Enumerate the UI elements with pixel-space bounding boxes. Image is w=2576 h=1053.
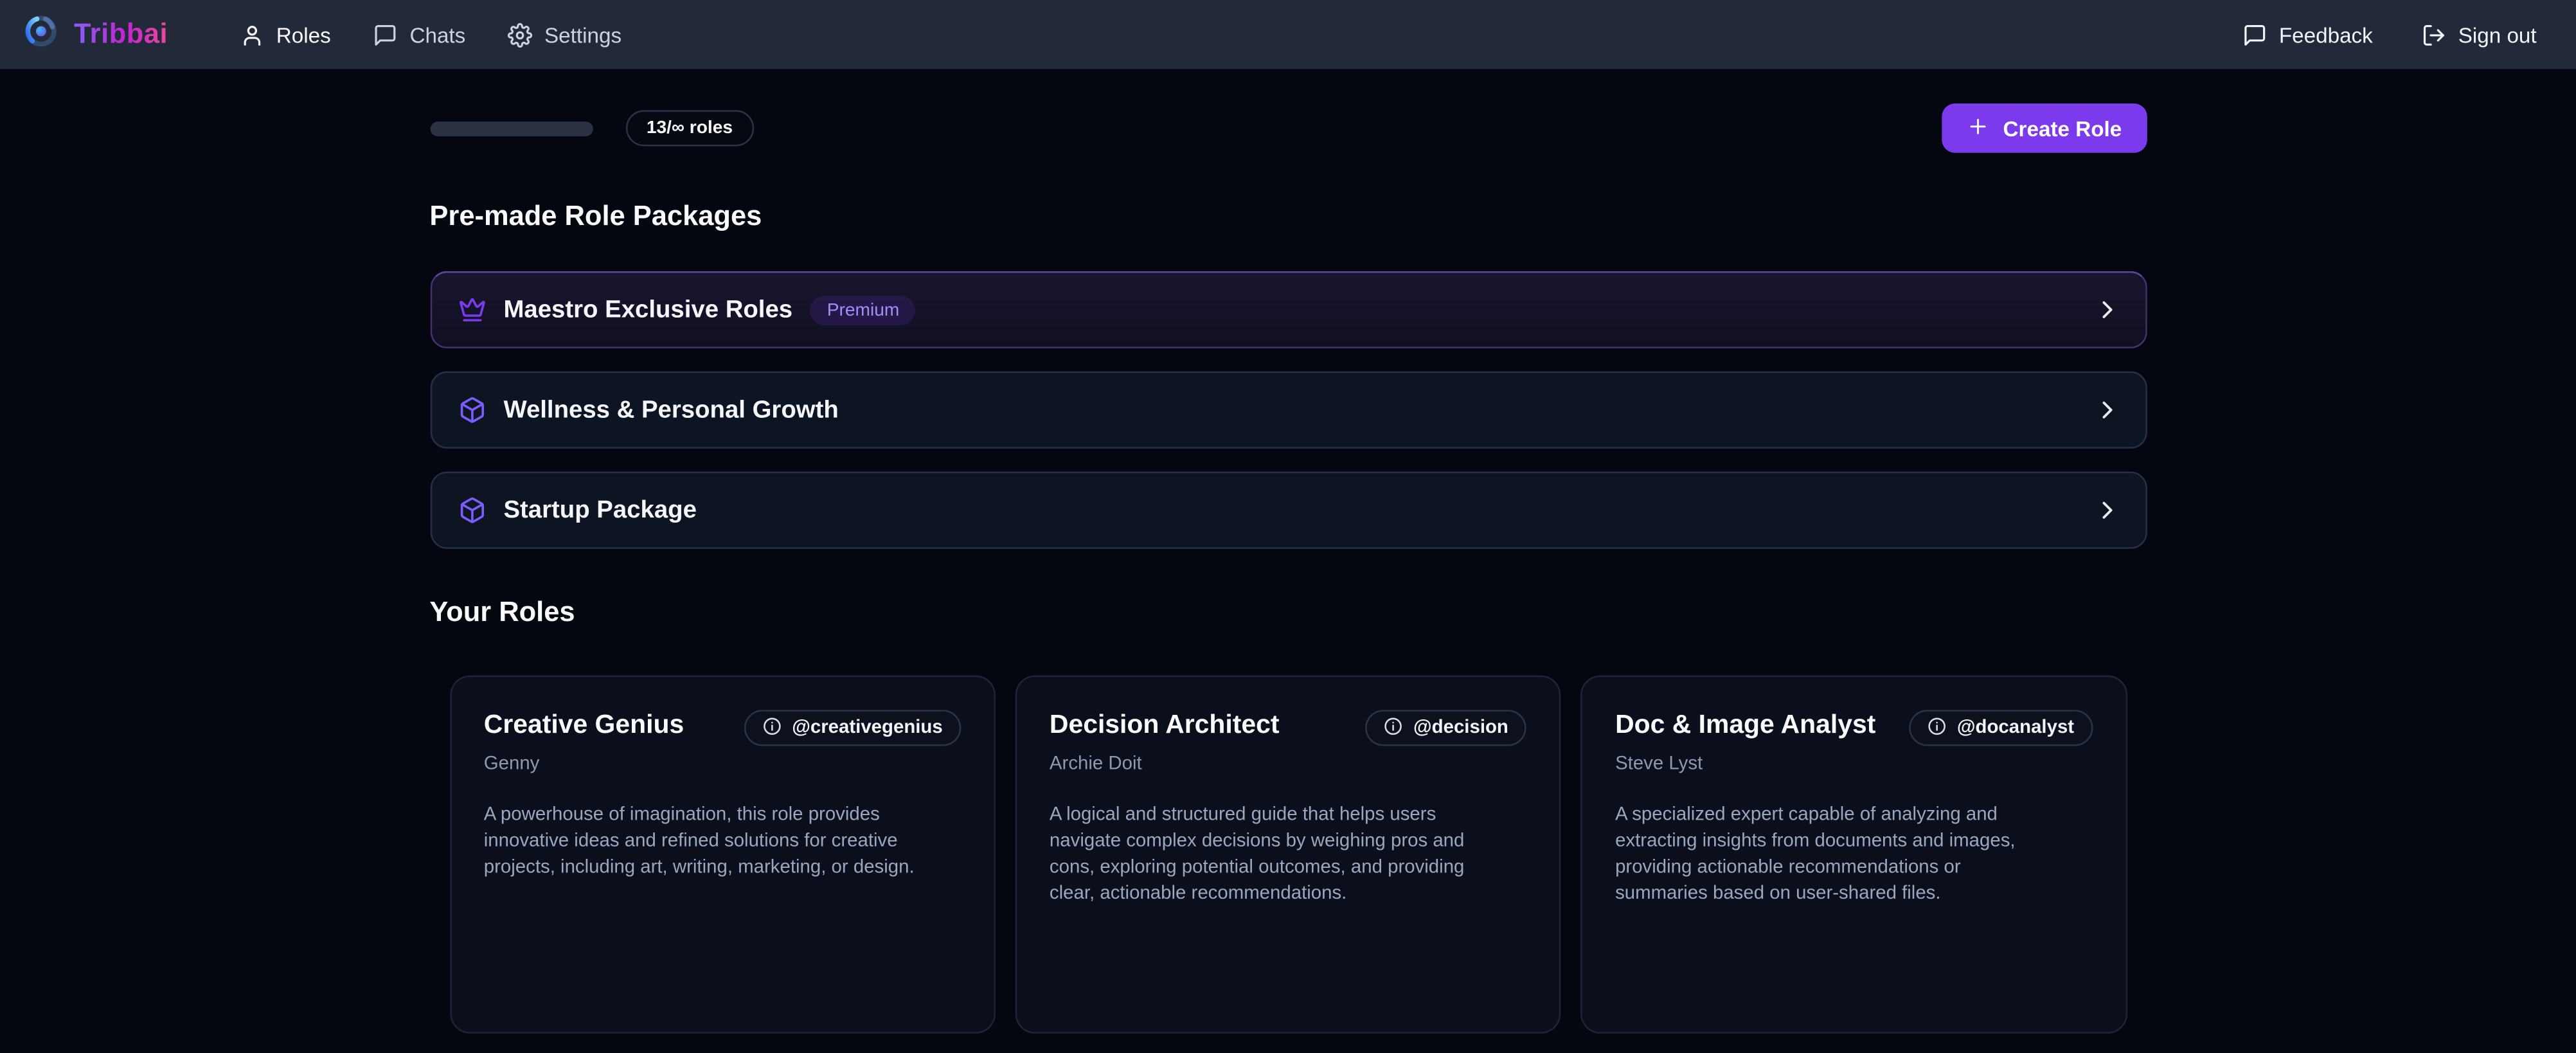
card-header: Doc & Image Analyst @docanalyst [1615, 710, 2092, 746]
card-header: Creative Genius @creativegenius [484, 710, 961, 746]
roles-usage-progressbar [429, 121, 592, 136]
package-row-startup[interactable]: Startup Package [429, 472, 2146, 549]
create-role-button[interactable]: Create Role [1942, 104, 2147, 153]
info-icon [1384, 716, 1404, 740]
info-icon [1928, 716, 1947, 740]
role-subtitle: Archie Doit [1050, 754, 1526, 774]
nav-label: Roles [276, 22, 331, 47]
crown-icon [458, 296, 485, 323]
usage-toolbar: 13/∞ roles Create Role [429, 104, 2146, 153]
chevron-right-icon [2094, 398, 2118, 422]
roles-count-label: 13/∞ roles [647, 118, 733, 138]
page: Tribbai Roles Chats [0, 0, 2576, 1053]
chat-bubble-icon [373, 22, 398, 47]
user-icon [240, 22, 265, 47]
role-handle: @docanalyst [1957, 718, 2074, 738]
role-description: A logical and structured guide that help… [1050, 802, 1489, 907]
package-row-wellness[interactable]: Wellness & Personal Growth [429, 372, 2146, 449]
feedback-label: Feedback [2279, 22, 2373, 47]
package-icon [458, 496, 485, 524]
card-header: Decision Architect @decision [1050, 710, 1526, 746]
role-card-decision-architect[interactable]: Decision Architect @decision Archie Doit… [1015, 676, 1561, 1034]
info-icon [762, 716, 782, 740]
nav-right: Feedback Sign out [2243, 22, 2537, 47]
your-roles-section-title: Your Roles [429, 597, 2146, 629]
plus-icon [1967, 114, 1990, 142]
premium-badge: Premium [810, 295, 916, 325]
role-cards-grid: Creative Genius @creativegenius Genny A … [449, 676, 2127, 1034]
sign-out-icon [2422, 22, 2446, 47]
package-icon [458, 396, 485, 424]
chevron-right-icon [2094, 498, 2118, 523]
package-list: Maestro Exclusive Roles Premium Wellness… [429, 271, 2146, 549]
role-card-creative-genius[interactable]: Creative Genius @creativegenius Genny A … [449, 676, 995, 1034]
role-handle-badge[interactable]: @docanalyst [1910, 710, 2092, 746]
role-title: Decision Architect [1050, 710, 1280, 741]
nav-item-settings[interactable]: Settings [508, 22, 622, 47]
nav-label: Chats [409, 22, 465, 47]
tribbai-logo-icon [23, 12, 59, 57]
chat-bubble-icon [2243, 22, 2267, 47]
gear-icon [508, 22, 533, 47]
role-description: A specialized expert capable of analyzin… [1615, 802, 2054, 907]
chevron-right-icon [2094, 298, 2118, 322]
role-subtitle: Genny [484, 754, 961, 774]
role-handle: @creativegenius [792, 718, 943, 738]
brand-name: Tribbai [74, 18, 168, 51]
role-card-doc-image-analyst[interactable]: Doc & Image Analyst @docanalyst Steve Ly… [1580, 676, 2127, 1034]
role-cards-area: Creative Genius @creativegenius Genny A … [429, 676, 2146, 1053]
create-role-label: Create Role [2003, 116, 2122, 140]
main-content: 13/∞ roles Create Role Pre-made Role Pac… [429, 69, 2146, 1053]
roles-count-badge: 13/∞ roles [625, 110, 755, 146]
nav-item-chats[interactable]: Chats [373, 22, 465, 47]
sign-out-label: Sign out [2458, 22, 2537, 47]
packages-section-title: Pre-made Role Packages [429, 201, 2146, 233]
brand-logo[interactable]: Tribbai [23, 12, 168, 57]
role-handle-badge[interactable]: @decision [1366, 710, 1526, 746]
nav-item-roles[interactable]: Roles [240, 22, 331, 47]
role-title: Doc & Image Analyst [1615, 710, 1875, 741]
sign-out-button[interactable]: Sign out [2422, 22, 2536, 47]
role-subtitle: Steve Lyst [1615, 754, 2092, 774]
feedback-button[interactable]: Feedback [2243, 22, 2373, 47]
top-navbar: Tribbai Roles Chats [0, 0, 2576, 69]
role-description: A powerhouse of imagination, this role p… [484, 802, 923, 881]
role-title: Creative Genius [484, 710, 684, 741]
package-title: Wellness & Personal Growth [503, 396, 838, 424]
role-handle: @decision [1413, 718, 1508, 738]
nav-label: Settings [544, 22, 622, 47]
nav-links: Roles Chats Settings [240, 22, 622, 47]
package-title: Startup Package [503, 496, 696, 524]
role-handle-badge[interactable]: @creativegenius [744, 710, 961, 746]
package-title: Maestro Exclusive Roles [503, 296, 792, 323]
package-row-maestro[interactable]: Maestro Exclusive Roles Premium [429, 271, 2146, 348]
